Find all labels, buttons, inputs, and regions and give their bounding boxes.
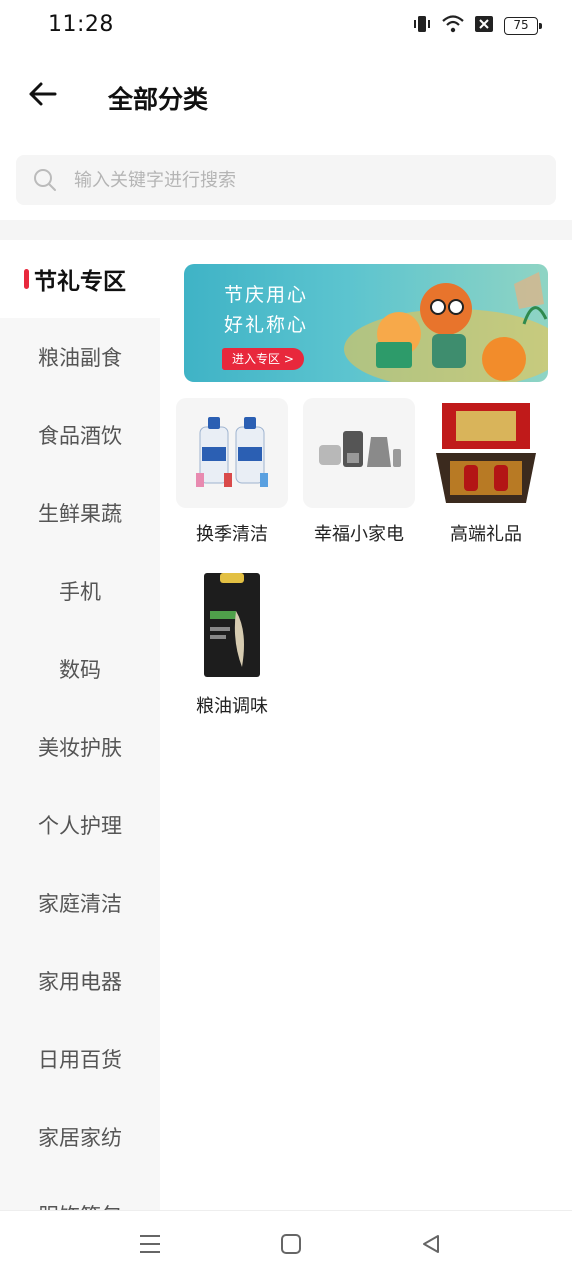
sidebar-item-label: 家用电器 (38, 970, 122, 994)
divider (0, 220, 572, 240)
search-input[interactable] (72, 168, 512, 192)
sidebar-item-home-cleaning[interactable]: 家庭清洁 (0, 864, 160, 942)
category-tile-label: 高端礼品 (450, 524, 522, 545)
vibrate-icon (412, 14, 432, 38)
no-sim-icon (474, 15, 494, 37)
system-nav-bar (0, 1210, 572, 1280)
sidebar-item-label: 家居家纺 (38, 1126, 122, 1150)
sidebar-item-label: 手机 (59, 580, 101, 604)
sidebar-item-apparel[interactable]: 服饰箱包 (0, 1176, 160, 1210)
back-triangle-icon (420, 1233, 442, 1259)
sidebar-item-label: 节礼专区 (34, 269, 126, 295)
sidebar-item-label: 粮油副食 (38, 346, 122, 370)
sidebar-item-home-textiles[interactable]: 家居家纺 (0, 1098, 160, 1176)
sidebar-item-digital[interactable]: 数码 (0, 630, 160, 708)
sidebar-item-food-drinks[interactable]: 食品酒饮 (0, 396, 160, 474)
cleaning-products-image (176, 398, 288, 508)
sidebar-item-label: 数码 (59, 658, 101, 682)
sidebar-item-personal-care[interactable]: 个人护理 (0, 786, 160, 864)
category-tile-label: 粮油调味 (196, 696, 268, 717)
category-content: 节庆用心 好礼称心 进入专区 > 换季清洁 幸福小家电 高端礼品 粮油调味 (160, 240, 572, 1210)
banner-headline: 节庆用心 (224, 284, 309, 306)
category-sidebar[interactable]: 节礼专区 粮油副食 食品酒饮 生鲜果蔬 手机 数码 美妆护肤 个人护理 家庭清洁… (0, 240, 160, 1210)
back-arrow-icon (27, 81, 57, 111)
search-bar[interactable] (16, 155, 556, 205)
gift-box-image (430, 398, 542, 508)
sidebar-item-festival-gifts[interactable]: 节礼专区 (0, 240, 160, 318)
home-icon (280, 1233, 302, 1259)
sidebar-item-appliances[interactable]: 家用电器 (0, 942, 160, 1020)
sidebar-item-label: 日用百货 (38, 1048, 122, 1072)
search-icon (32, 167, 58, 193)
status-time: 11:28 (48, 12, 114, 37)
header: 全部分类 (0, 52, 572, 142)
back-nav-button[interactable] (418, 1233, 444, 1259)
category-tile-small-appliances[interactable]: 幸福小家电 (303, 398, 415, 546)
sidebar-item-label: 食品酒饮 (38, 424, 122, 448)
category-tile-label: 换季清洁 (196, 524, 268, 545)
status-bar: 11:28 75 (0, 0, 572, 52)
small-appliances-image (303, 398, 415, 508)
sidebar-item-daily-goods[interactable]: 日用百货 (0, 1020, 160, 1098)
promo-banner[interactable]: 节庆用心 好礼称心 进入专区 > (184, 264, 548, 382)
sidebar-item-phones[interactable]: 手机 (0, 552, 160, 630)
status-icons: 75 (412, 14, 542, 38)
category-tile-label: 幸福小家电 (314, 524, 404, 545)
back-button[interactable] (22, 76, 62, 116)
sidebar-item-grain-oil[interactable]: 粮油副食 (0, 318, 160, 396)
category-tile-grain-condiments[interactable]: 粮油调味 (176, 570, 288, 718)
sidebar-item-label: 家庭清洁 (38, 892, 122, 916)
sidebar-item-label: 个人护理 (38, 814, 122, 838)
sidebar-item-label: 生鲜果蔬 (38, 502, 122, 526)
menu-button[interactable] (137, 1233, 163, 1259)
wifi-icon (442, 14, 464, 38)
enter-zone-button[interactable]: 进入专区 > (222, 348, 304, 370)
menu-icon (138, 1233, 162, 1259)
sidebar-item-fresh-produce[interactable]: 生鲜果蔬 (0, 474, 160, 552)
banner-subheadline: 好礼称心 (224, 314, 309, 336)
battery-icon: 75 (504, 17, 542, 35)
rice-bag-image (176, 570, 288, 680)
sidebar-item-label: 服饰箱包 (38, 1200, 122, 1210)
page-title: 全部分类 (108, 85, 209, 114)
category-tile-premium-gifts[interactable]: 高端礼品 (430, 398, 542, 546)
home-button[interactable] (278, 1233, 304, 1259)
active-indicator (24, 269, 29, 289)
category-tile-seasonal-cleaning[interactable]: 换季清洁 (176, 398, 288, 546)
sidebar-item-beauty[interactable]: 美妆护肤 (0, 708, 160, 786)
sidebar-item-label: 美妆护肤 (38, 736, 122, 760)
